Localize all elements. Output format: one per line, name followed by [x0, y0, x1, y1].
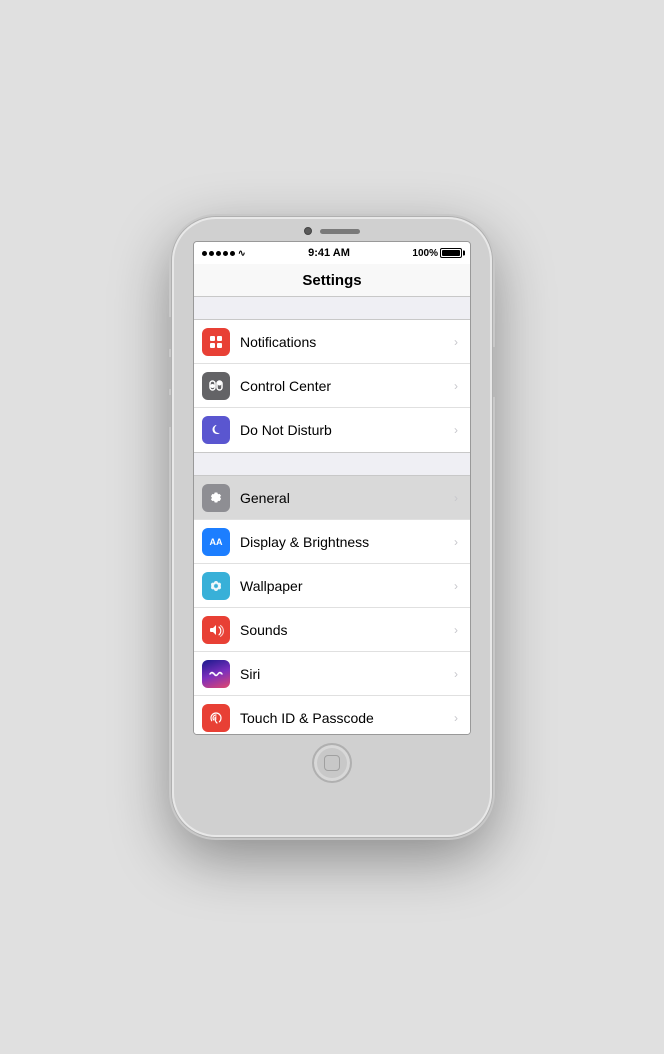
page-title: Settings	[302, 272, 361, 289]
section-gap-top	[194, 297, 470, 319]
do-not-disturb-icon	[202, 416, 230, 444]
status-bar: ∿ 9:41 AM 100%	[194, 242, 470, 264]
settings-item-wallpaper[interactable]: Wallpaper ›	[194, 564, 470, 608]
siri-icon-svg	[208, 666, 224, 682]
touch-id-label: Touch ID & Passcode	[240, 710, 454, 726]
section-gap-middle	[194, 453, 470, 475]
display-brightness-label: Display & Brightness	[240, 534, 454, 550]
notifications-icon	[202, 328, 230, 356]
settings-group-2: General › AA Display & Brightness ›	[194, 475, 470, 735]
signal-dot-1	[202, 251, 207, 256]
status-time: 9:41 AM	[308, 247, 350, 259]
settings-item-control-center[interactable]: Control Center ›	[194, 364, 470, 408]
earpiece-speaker	[320, 229, 360, 234]
display-brightness-icon: AA	[202, 528, 230, 556]
iphone-device: ∿ 9:41 AM 100% Settings	[172, 217, 492, 837]
settings-item-siri[interactable]: Siri ›	[194, 652, 470, 696]
settings-list: Notifications › Control Center	[194, 297, 470, 735]
sounds-icon-svg	[208, 622, 224, 638]
phone-top	[172, 217, 492, 239]
signal-strength	[202, 251, 235, 256]
home-button[interactable]	[312, 743, 352, 783]
home-button-inner	[324, 755, 340, 771]
status-left: ∿	[202, 248, 246, 259]
touch-id-chevron: ›	[454, 711, 458, 725]
settings-item-display-brightness[interactable]: AA Display & Brightness ›	[194, 520, 470, 564]
control-center-label: Control Center	[240, 378, 454, 394]
touchid-icon-svg	[208, 710, 224, 726]
wallpaper-icon	[202, 572, 230, 600]
volume-down-button[interactable]	[168, 395, 171, 427]
do-not-disturb-label: Do Not Disturb	[240, 422, 454, 438]
control-center-chevron: ›	[454, 379, 458, 393]
touch-id-icon	[202, 704, 230, 732]
battery-icon-status	[440, 248, 462, 258]
siri-chevron: ›	[454, 667, 458, 681]
settings-item-sounds[interactable]: Sounds ›	[194, 608, 470, 652]
control-center-icon-svg	[208, 378, 224, 394]
notifications-icon-svg	[208, 334, 224, 350]
screen: ∿ 9:41 AM 100% Settings	[193, 241, 471, 735]
signal-dot-3	[216, 251, 221, 256]
wallpaper-chevron: ›	[454, 579, 458, 593]
moon-icon-svg	[208, 422, 224, 438]
notifications-label: Notifications	[240, 334, 454, 350]
sounds-chevron: ›	[454, 623, 458, 637]
status-right: 100%	[412, 248, 462, 259]
do-not-disturb-chevron: ›	[454, 423, 458, 437]
settings-item-general[interactable]: General ›	[194, 476, 470, 520]
battery-fill	[442, 250, 460, 256]
camera-area	[304, 227, 360, 235]
general-chevron: ›	[454, 491, 458, 505]
siri-icon	[202, 660, 230, 688]
navigation-bar: Settings	[194, 264, 470, 297]
settings-item-notifications[interactable]: Notifications ›	[194, 320, 470, 364]
sounds-label: Sounds	[240, 622, 454, 638]
power-button[interactable]	[493, 347, 496, 397]
front-camera	[304, 227, 312, 235]
display-brightness-chevron: ›	[454, 535, 458, 549]
wallpaper-icon-svg	[208, 578, 224, 594]
general-label: General	[240, 490, 454, 506]
battery-percentage: 100%	[412, 248, 438, 259]
signal-dot-5	[230, 251, 235, 256]
signal-dot-2	[209, 251, 214, 256]
settings-group-1: Notifications › Control Center	[194, 319, 470, 453]
siri-label: Siri	[240, 666, 454, 682]
signal-dot-4	[223, 251, 228, 256]
notifications-chevron: ›	[454, 335, 458, 349]
sounds-icon	[202, 616, 230, 644]
aa-text: AA	[210, 537, 223, 547]
wallpaper-label: Wallpaper	[240, 578, 454, 594]
settings-item-touch-id[interactable]: Touch ID & Passcode ›	[194, 696, 470, 735]
control-center-icon	[202, 372, 230, 400]
wifi-icon: ∿	[238, 248, 246, 259]
settings-item-do-not-disturb[interactable]: Do Not Disturb ›	[194, 408, 470, 452]
gear-icon-svg	[208, 490, 224, 506]
volume-up-button[interactable]	[168, 357, 171, 389]
general-icon	[202, 484, 230, 512]
